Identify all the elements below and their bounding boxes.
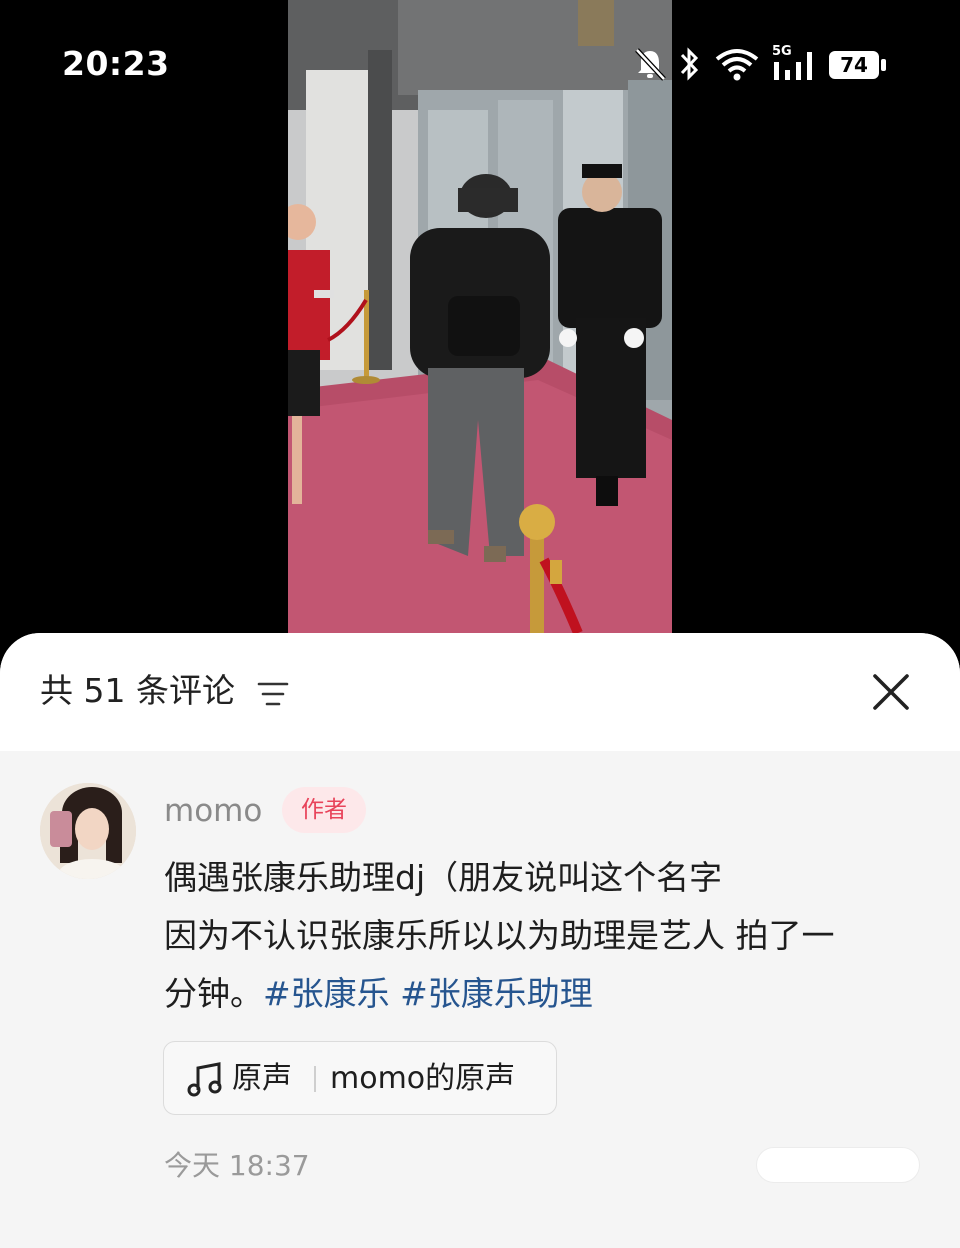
comment-text-line: 偶遇张康乐助理dj（朋友说叫这个名字: [164, 858, 723, 897]
music-divider: [314, 1066, 316, 1092]
wifi-icon: [714, 46, 760, 86]
comment-count: 共 51 条评论: [40, 671, 235, 710]
comment-text: 偶遇张康乐助理dj（朋友说叫这个名字 因为不认识张康乐所以以为助理是艺人 拍了一…: [164, 849, 934, 1023]
sort-lines-icon[interactable]: [256, 679, 290, 709]
hashtag-link[interactable]: #张康乐: [263, 974, 390, 1013]
comment-text-tail: 分钟。: [164, 974, 263, 1013]
username[interactable]: momo: [164, 791, 262, 831]
status-time: 20:23: [62, 44, 170, 83]
bell-muted-icon: [632, 46, 668, 86]
comment-item: momo 作者 偶遇张康乐助理dj（朋友说叫这个名字 因为不认识张康乐所以以为助…: [0, 751, 960, 1248]
music-label: 原声: [232, 1061, 292, 1096]
close-button[interactable]: [866, 667, 916, 717]
comment-text-line: 分钟。#张康乐 #张康乐助理: [164, 965, 934, 1023]
comment-timestamp: 今天 18:37: [164, 1149, 310, 1182]
music-tag[interactable]: 原声 momo的原声: [163, 1041, 557, 1115]
battery-icon: 74: [828, 50, 888, 80]
bluetooth-icon: [678, 46, 700, 86]
music-note-icon: [186, 1060, 224, 1098]
avatar[interactable]: [40, 783, 136, 879]
comments-header: 共 51 条评论: [0, 633, 960, 751]
author-badge: 作者: [282, 787, 366, 833]
status-bar: 20:23 5G 74: [0, 0, 960, 120]
comments-sheet: 共 51 条评论 momo 作者 偶遇张康乐助理dj（朋友说叫这个名字 因为不认…: [0, 633, 960, 1248]
comment-action-pill[interactable]: [756, 1147, 920, 1183]
close-icon: [873, 674, 909, 710]
comment-text-line: 因为不认识张康乐所以以为助理是艺人 拍了一: [164, 916, 835, 955]
hashtag-link[interactable]: #张康乐助理: [400, 974, 593, 1013]
music-title: momo的原声: [330, 1061, 516, 1096]
signal-5g-icon: [772, 50, 818, 86]
battery-level: 74: [840, 53, 868, 77]
status-icons: 5G 74: [632, 44, 902, 88]
